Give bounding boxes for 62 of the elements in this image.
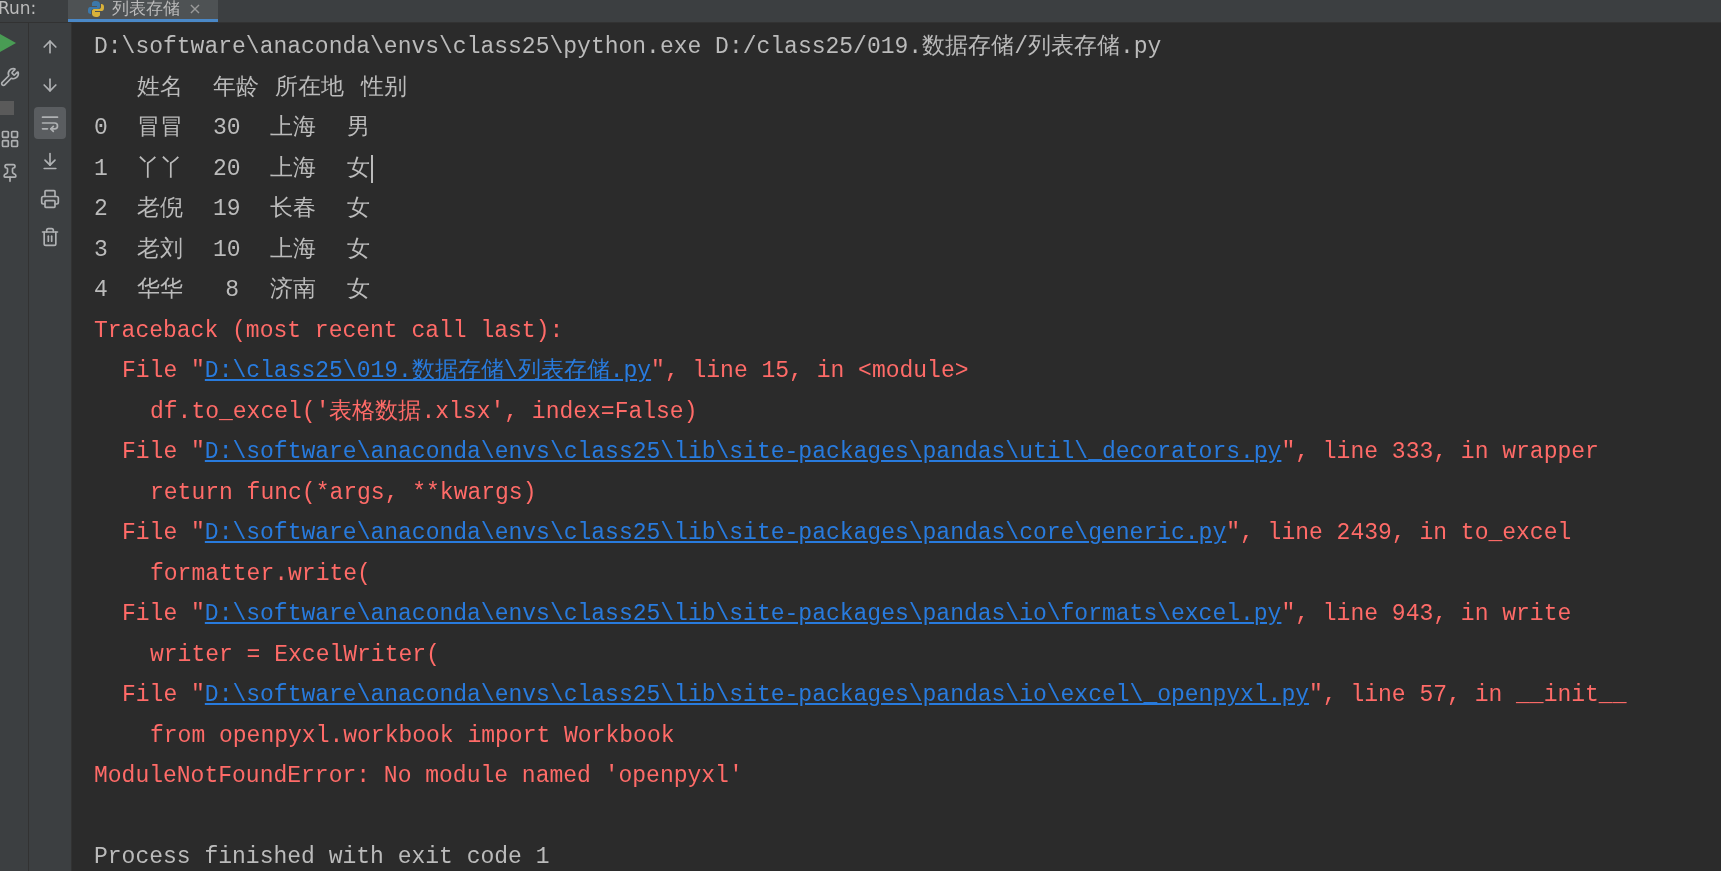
table-cell-text: 30: [213, 114, 242, 143]
soft-wrap-icon: [40, 113, 60, 133]
column-header: 所在地: [275, 73, 345, 103]
row-index: 3: [94, 235, 109, 265]
table-cell-text: 10: [213, 235, 242, 265]
row-index: 1: [94, 154, 109, 184]
code-line: return func(*args, **kwargs): [150, 479, 537, 506]
table-cell-text: 长春: [270, 195, 317, 224]
error-message: Traceback (most recent call last):: [94, 317, 564, 344]
run-label: Run:: [0, 0, 37, 17]
table-cell-text: 女: [347, 235, 370, 265]
code-line: formatter.write(: [150, 560, 371, 587]
file-link[interactable]: D:\software\anaconda\envs\class25\lib\site-packages\pandas\io\formats\excel.py: [204, 601, 1282, 627]
code-line: df.to_excel('表格数据.xlsx', index=False): [150, 398, 698, 425]
table-cell-text: 华华: [137, 276, 184, 305]
row-index: 2: [94, 195, 109, 224]
exit-message: Process finished with exit code 1: [94, 844, 550, 870]
traceback-frame: File "D:\software\anaconda\envs\class25\lib\site-packages\pandas\core\generic.py", line 2439, in to_excel: [122, 520, 1572, 546]
python-icon: [88, 1, 105, 17]
table-cell-text: 老倪: [137, 195, 184, 224]
print-icon: [40, 189, 60, 209]
table-cell-text: 上海: [270, 154, 317, 184]
row-index: 0: [94, 114, 109, 143]
table-cell-text: 丫丫: [137, 154, 184, 184]
file-link[interactable]: D:\software\anaconda\envs\class25\lib\site-packages\pandas\core\generic.py: [204, 520, 1227, 546]
wrench-icon[interactable]: [0, 67, 20, 87]
code-line: writer = ExcelWriter(: [150, 641, 440, 668]
layout-icon[interactable]: [0, 129, 20, 149]
table-cell-text: 20: [213, 154, 242, 184]
column-header: 性别: [361, 73, 408, 103]
table-cell-text: 女: [347, 154, 370, 184]
error-message: ModuleNotFoundError: No module named 'openpyxl': [94, 763, 743, 789]
table-cell-text: 老刘: [137, 235, 184, 265]
table-cell-text: 女: [347, 195, 370, 224]
table-cell-text: 济南: [270, 276, 317, 305]
file-link[interactable]: D:\class25\019.数据存储\列表存储.py: [204, 358, 652, 384]
table-cell-text: 男: [347, 114, 370, 143]
text-cursor: [371, 154, 373, 183]
trash-icon: [40, 227, 60, 247]
row-index: 4: [94, 276, 109, 305]
close-icon[interactable]: ×: [188, 1, 202, 17]
command-line: D:\software\anaconda\envs\class25\python.exe D:/class25/019.数据存储/列表存储.py: [94, 34, 1162, 60]
table-cell-text: 冒冒: [137, 114, 184, 143]
column-header: 年龄: [213, 73, 260, 103]
table-cell-text: 上海: [270, 114, 317, 143]
traceback-frame: File "D:\class25\019.数据存储\列表存储.py", line 15, in <module>: [122, 358, 969, 384]
toolbar-button[interactable]: [34, 107, 66, 139]
scroll-to-end-icon: [40, 151, 60, 171]
table-cell-text: 19: [213, 195, 242, 224]
code-line: from openpyxl.workbook import Workbook: [150, 722, 675, 749]
file-link[interactable]: D:\software\anaconda\envs\class25\lib\site-packages\pandas\io\excel\_openpyxl.py: [204, 682, 1309, 708]
traceback-frame: File "D:\software\anaconda\envs\class25\lib\site-packages\pandas\util\_decorators.py", line 333, in wrapper: [122, 439, 1599, 465]
file-link[interactable]: D:\software\anaconda\envs\class25\lib\site-packages\pandas\util\_decorators.py: [204, 439, 1282, 465]
traceback-frame: File "D:\software\anaconda\envs\class25\lib\site-packages\pandas\io\formats\excel.py", line 943, in write: [122, 601, 1572, 627]
run-icon[interactable]: [0, 33, 16, 53]
table-cell-text: 8: [224, 276, 240, 305]
table-cell-text: 上海: [270, 235, 317, 265]
traceback-frame: File "D:\software\anaconda\envs\class25\lib\site-packages\pandas\io\excel\_openpyxl.py", line 57, in __init__: [122, 682, 1627, 708]
table-cell-text: 女: [347, 276, 370, 305]
console-tab[interactable]: 列表存储 ×: [68, 0, 219, 22]
pin-icon[interactable]: [0, 163, 20, 183]
column-header: 姓名: [137, 73, 184, 103]
